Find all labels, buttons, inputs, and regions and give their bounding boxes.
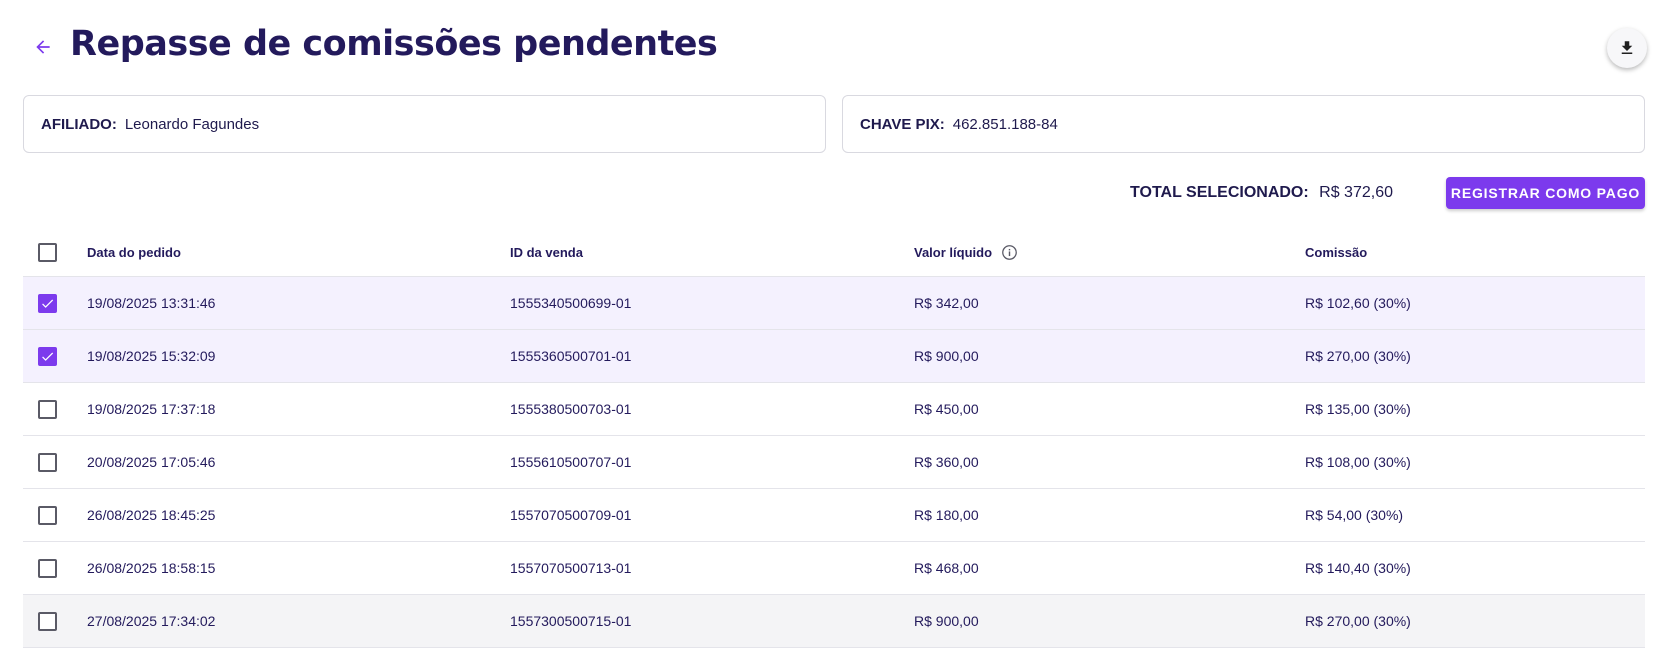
- check-icon: [42, 352, 54, 361]
- net-value-cell: R$ 468,00: [914, 560, 979, 576]
- commission-cell: R$ 108,00 (30%): [1305, 454, 1411, 470]
- order-date-cell: 26/08/2025 18:58:15: [87, 560, 216, 576]
- sale-id-cell: 1555380500703-01: [510, 401, 632, 417]
- sale-id-cell: 1557300500715-01: [510, 613, 632, 629]
- afiliado-value: Leonardo Fagundes: [124, 115, 260, 133]
- sale-id-cell: 1557070500713-01: [510, 560, 632, 576]
- commission-cell: R$ 135,00 (30%): [1305, 401, 1411, 417]
- commission-cell: R$ 140,40 (30%): [1305, 560, 1411, 576]
- back-button[interactable]: [28, 32, 58, 62]
- table-header: Data do pedido ID da venda Valor líquido…: [23, 228, 1645, 277]
- check-icon: [42, 299, 54, 308]
- row-checkbox[interactable]: [38, 505, 57, 525]
- row-checkbox[interactable]: [38, 558, 57, 578]
- table-body: 19/08/2025 13:31:46 1555340500699-01 R$ 34…: [23, 277, 1645, 648]
- row-checkbox[interactable]: [38, 452, 57, 472]
- column-header-comissao[interactable]: Comissão: [1305, 228, 1367, 276]
- net-value-cell: R$ 342,00: [914, 295, 979, 311]
- download-button[interactable]: [1607, 28, 1647, 68]
- column-header-id[interactable]: ID da venda: [510, 228, 583, 276]
- pix-label: CHAVE PIX:: [860, 115, 945, 133]
- table-row[interactable]: 27/08/2025 17:34:02 1557300500715-01 R$ 90…: [23, 595, 1645, 648]
- sale-id-cell: 1555360500701-01: [510, 348, 632, 364]
- info-icon[interactable]: [1001, 244, 1018, 261]
- pix-box: CHAVE PIX: 462.851.188-84: [842, 95, 1645, 153]
- commission-payout-page: Repasse de comissões pendentes AFILIADO:…: [0, 0, 1669, 648]
- table-row[interactable]: 19/08/2025 17:37:18 1555380500703-01 R$ 45…: [23, 383, 1645, 436]
- order-date-cell: 20/08/2025 17:05:46: [87, 454, 216, 470]
- column-header-valor-label: Valor líquido: [914, 244, 993, 260]
- register-paid-button[interactable]: REGISTRAR COMO PAGO: [1446, 177, 1645, 209]
- arrow-left-icon: [36, 40, 50, 54]
- total-selected: TOTAL SELECIONADO: R$ 372,60: [1130, 184, 1393, 202]
- page-title: Repasse de comissões pendentes: [70, 24, 718, 64]
- commission-cell: R$ 270,00 (30%): [1305, 348, 1411, 364]
- row-checkbox[interactable]: [38, 399, 57, 419]
- commission-cell: R$ 54,00 (30%): [1305, 507, 1404, 523]
- download-icon: [1621, 41, 1633, 54]
- table-row[interactable]: 19/08/2025 15:32:09 1555360500701-01 R$ 90…: [23, 330, 1645, 383]
- sale-id-cell: 1555340500699-01: [510, 295, 632, 311]
- net-value-cell: R$ 180,00: [914, 507, 979, 523]
- table-row[interactable]: 20/08/2025 17:05:46 1555610500707-01 R$ 36…: [23, 436, 1645, 489]
- total-selected-value: R$ 372,60: [1319, 184, 1393, 201]
- order-date-cell: 26/08/2025 18:45:25: [87, 507, 216, 523]
- column-header-valor[interactable]: Valor líquido: [914, 228, 1018, 276]
- net-value-cell: R$ 450,00: [914, 401, 979, 417]
- sale-id-cell: 1555610500707-01: [510, 454, 632, 470]
- afiliado-label: AFILIADO:: [41, 115, 117, 133]
- order-date-cell: 19/08/2025 17:37:18: [87, 401, 216, 417]
- order-date-cell: 19/08/2025 13:31:46: [87, 295, 216, 311]
- net-value-cell: R$ 360,00: [914, 454, 979, 470]
- order-date-cell: 19/08/2025 15:32:09: [87, 348, 216, 364]
- table-row[interactable]: 19/08/2025 13:31:46 1555340500699-01 R$ 34…: [23, 277, 1645, 330]
- total-selected-label: TOTAL SELECIONADO:: [1130, 184, 1309, 201]
- row-checkbox[interactable]: [38, 611, 57, 631]
- net-value-cell: R$ 900,00: [914, 348, 979, 364]
- sale-id-cell: 1557070500709-01: [510, 507, 632, 523]
- column-header-date[interactable]: Data do pedido: [87, 228, 181, 276]
- row-checkbox[interactable]: [38, 293, 57, 313]
- commission-cell: R$ 102,60 (30%): [1305, 295, 1411, 311]
- select-all-checkbox[interactable]: [38, 242, 57, 262]
- afiliado-box: AFILIADO: Leonardo Fagundes: [23, 95, 826, 153]
- row-checkbox[interactable]: [38, 346, 57, 366]
- commissions-table: Data do pedido ID da venda Valor líquido…: [23, 228, 1645, 648]
- table-row[interactable]: 26/08/2025 18:45:25 1557070500709-01 R$ 18…: [23, 489, 1645, 542]
- commission-cell: R$ 270,00 (30%): [1305, 613, 1411, 629]
- order-date-cell: 27/08/2025 17:34:02: [87, 613, 216, 629]
- table-row[interactable]: 26/08/2025 18:58:15 1557070500713-01 R$ 46…: [23, 542, 1645, 595]
- net-value-cell: R$ 900,00: [914, 613, 979, 629]
- pix-value: 462.851.188-84: [952, 115, 1058, 133]
